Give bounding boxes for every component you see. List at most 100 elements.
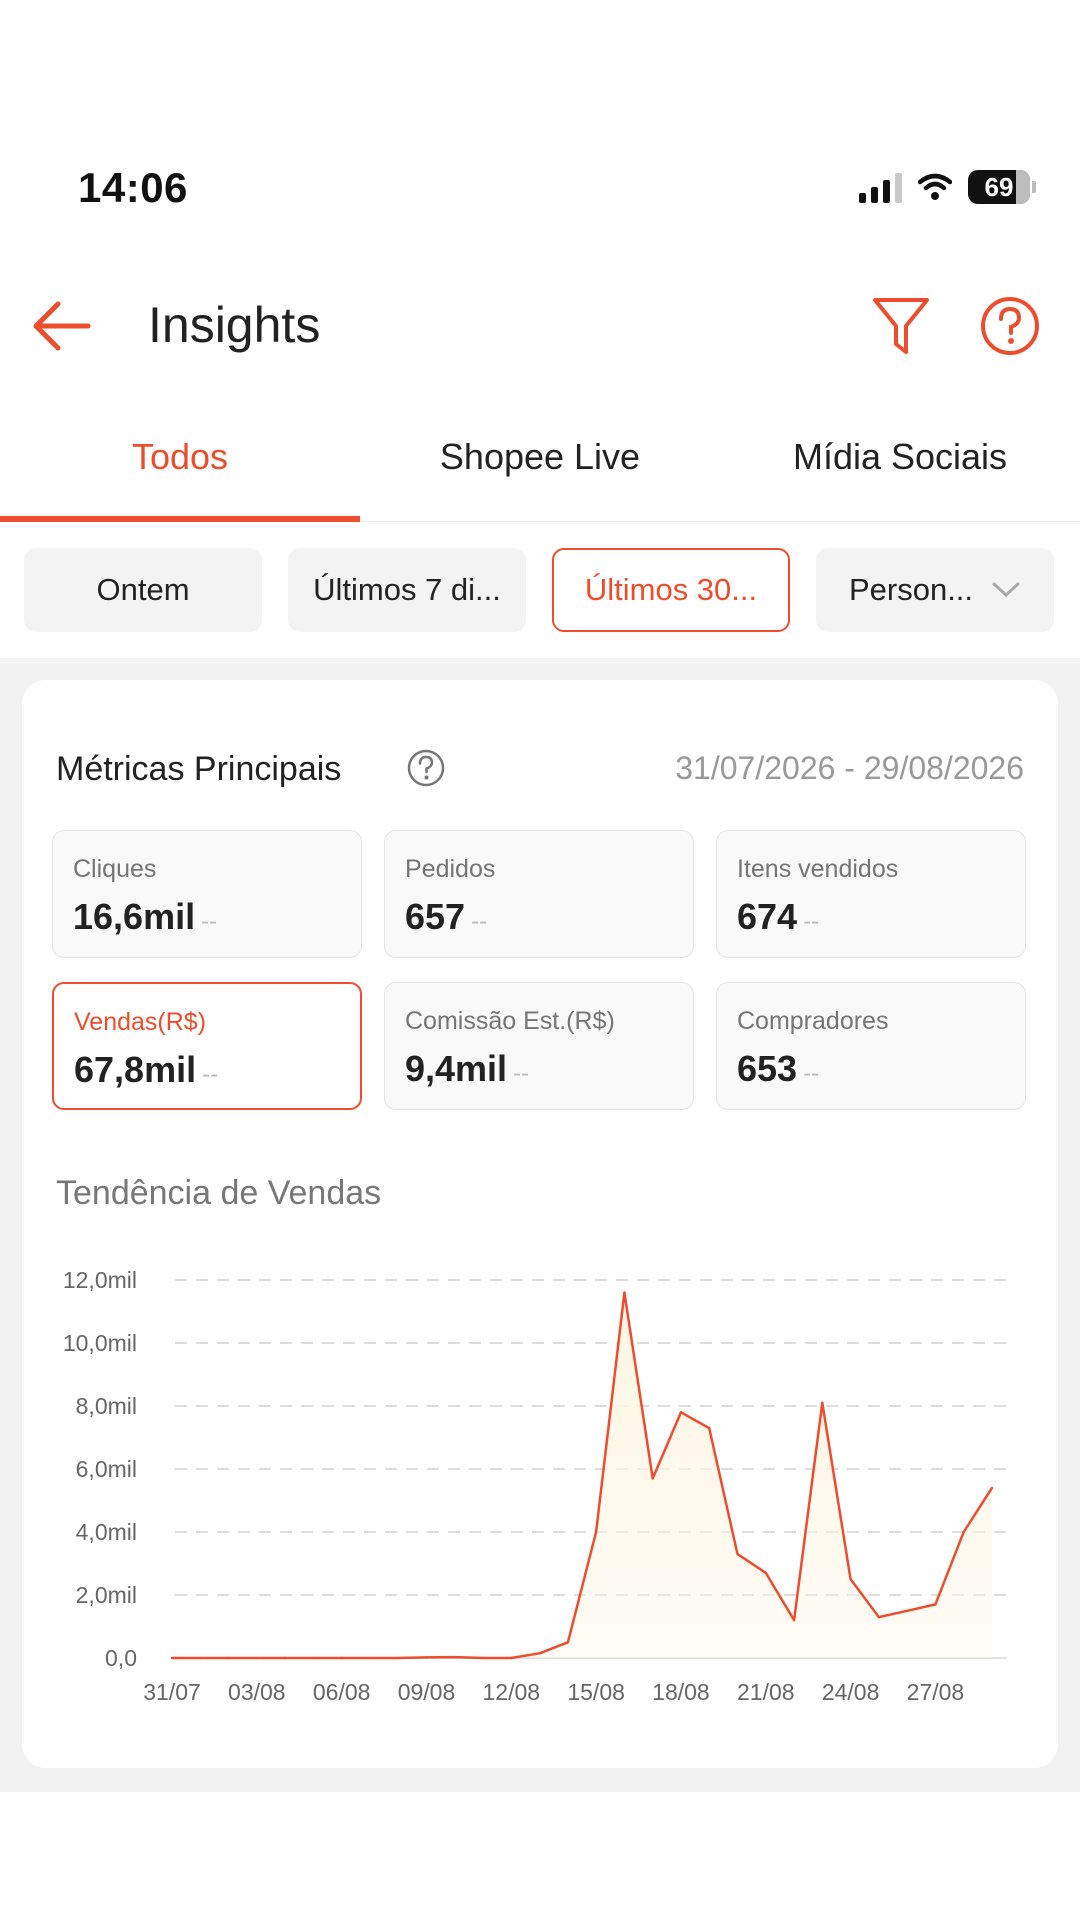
tab-bar: Todos Shopee Live Mídia Sociais bbox=[0, 410, 1080, 522]
back-arrow-icon[interactable] bbox=[30, 300, 94, 352]
data-point bbox=[481, 1656, 485, 1660]
y-tick-label: 2,0mil bbox=[76, 1582, 137, 1608]
data-point bbox=[821, 1401, 824, 1405]
date-range: 31/07/2026 - 29/08/2026 bbox=[675, 750, 1024, 786]
data-point bbox=[990, 1486, 994, 1490]
data-point bbox=[736, 1552, 739, 1556]
metric-label: Cliques bbox=[73, 855, 157, 883]
metric-vendas[interactable]: Vendas(R$) 67,8mil -- bbox=[52, 982, 362, 1110]
data-point bbox=[227, 1656, 230, 1660]
data-point bbox=[199, 1656, 202, 1660]
metrics-title: Métricas Principais bbox=[56, 750, 342, 788]
data-point bbox=[962, 1530, 965, 1534]
battery-level: 69 bbox=[984, 171, 1014, 202]
data-point bbox=[283, 1656, 287, 1660]
chip-label: Person... bbox=[848, 572, 974, 607]
chip-label: Últimos 7 di... bbox=[313, 572, 501, 607]
help-icon[interactable] bbox=[980, 296, 1040, 356]
x-tick-label: 31/07 bbox=[143, 1679, 201, 1705]
metric-label: Itens vendidos bbox=[737, 855, 899, 883]
data-point bbox=[594, 1530, 598, 1534]
help-icon[interactable] bbox=[406, 748, 446, 788]
tab-todos[interactable]: Todos bbox=[0, 410, 360, 522]
metric-value: 653 bbox=[737, 1048, 798, 1089]
chip-ontem[interactable]: Ontem bbox=[24, 548, 262, 632]
cellular-signal-icon bbox=[859, 171, 902, 203]
chip-label: Ontem bbox=[96, 572, 190, 607]
metric-value-row: 674 -- bbox=[737, 896, 1005, 938]
app-header: Insights bbox=[0, 280, 1080, 370]
sales-trend-chart: 0,0 2,0mil 4,0mil 6,0mil 8,0mil 10,0mil 12,0mi… bbox=[63, 1267, 1007, 1705]
metric-value: 9,4mil bbox=[405, 1048, 508, 1089]
metric-comissao[interactable]: Comissão Est.(R$) 9,4mil -- bbox=[384, 982, 694, 1110]
data-point bbox=[679, 1411, 683, 1414]
data-point bbox=[312, 1656, 315, 1660]
data-point bbox=[934, 1603, 937, 1606]
data-point bbox=[877, 1615, 881, 1619]
y-tick-label: 8,0mil bbox=[76, 1393, 137, 1419]
data-point bbox=[623, 1291, 626, 1294]
metric-value: 657 bbox=[405, 896, 466, 937]
x-tick-label: 06/08 bbox=[313, 1679, 371, 1705]
chevron-down-icon bbox=[992, 582, 1020, 597]
chart-title: Tendência de Vendas bbox=[56, 1174, 382, 1212]
metric-itens-vendidos[interactable]: Itens vendidos 674 -- bbox=[716, 830, 1026, 958]
metric-delta: -- bbox=[471, 908, 488, 935]
data-point bbox=[849, 1578, 852, 1581]
metric-value: 16,6mil bbox=[73, 896, 196, 937]
data-point bbox=[538, 1652, 541, 1655]
metric-value: 674 bbox=[737, 896, 798, 937]
wifi-icon bbox=[918, 173, 952, 200]
x-tick-label: 24/08 bbox=[822, 1679, 880, 1705]
y-tick-label: 12,0mil bbox=[63, 1267, 137, 1293]
metric-value-row: 653 -- bbox=[737, 1048, 1005, 1090]
chip-ultimos-7-dias[interactable]: Últimos 7 di... bbox=[288, 548, 526, 632]
metrics-card: Métricas Principais 31/07/2026 - 29/08/2… bbox=[22, 680, 1058, 1768]
metric-value-row: 9,4mil -- bbox=[405, 1048, 673, 1090]
metric-value: 67,8mil bbox=[74, 1049, 197, 1090]
x-tick-label: 09/08 bbox=[398, 1679, 456, 1705]
data-point bbox=[651, 1477, 654, 1480]
filter-icon[interactable] bbox=[872, 296, 930, 356]
metric-cliques[interactable]: Cliques 16,6mil -- bbox=[52, 830, 362, 958]
metric-delta: -- bbox=[803, 1060, 820, 1087]
metric-delta: -- bbox=[513, 1060, 530, 1087]
x-tick-label: 03/08 bbox=[228, 1679, 286, 1705]
y-tick-label: 6,0mil bbox=[76, 1456, 137, 1482]
tab-midia-sociais[interactable]: Mídia Sociais bbox=[720, 410, 1080, 521]
data-point bbox=[425, 1656, 428, 1659]
data-point bbox=[905, 1609, 909, 1612]
metric-label: Pedidos bbox=[405, 855, 496, 883]
y-tick-label: 10,0mil bbox=[63, 1330, 137, 1356]
status-bar: 14:06 69 bbox=[0, 0, 1080, 260]
x-tick-label: 15/08 bbox=[567, 1679, 625, 1705]
metric-value-row: 67,8mil -- bbox=[74, 1049, 340, 1091]
data-point bbox=[170, 1656, 174, 1660]
x-tick-label: 27/08 bbox=[907, 1679, 965, 1705]
data-point bbox=[566, 1641, 570, 1644]
metric-compradores[interactable]: Compradores 653 -- bbox=[716, 982, 1026, 1110]
metric-delta: -- bbox=[201, 908, 218, 935]
metric-label: Comissão Est.(R$) bbox=[405, 1007, 615, 1035]
metric-pedidos[interactable]: Pedidos 657 -- bbox=[384, 830, 694, 958]
tab-shopee-live[interactable]: Shopee Live bbox=[360, 410, 720, 521]
chip-label: Últimos 30... bbox=[584, 572, 758, 607]
status-icons: 69 bbox=[859, 170, 1036, 204]
data-point bbox=[792, 1619, 796, 1622]
chip-ultimos-30-dias[interactable]: Últimos 30... bbox=[552, 548, 790, 632]
x-tick-label: 18/08 bbox=[652, 1679, 710, 1705]
y-tick-label: 0,0 bbox=[105, 1645, 137, 1671]
date-filter-chips: Ontem Últimos 7 di... Últimos 30... Pers… bbox=[24, 548, 1054, 632]
metric-delta: -- bbox=[803, 908, 820, 935]
chip-personalizado[interactable]: Person... bbox=[816, 548, 1054, 632]
data-point bbox=[453, 1655, 456, 1659]
metric-label: Compradores bbox=[737, 1007, 889, 1035]
data-point bbox=[368, 1656, 372, 1660]
data-point bbox=[510, 1656, 513, 1660]
metric-value-row: 16,6mil -- bbox=[73, 896, 341, 938]
data-point bbox=[397, 1656, 400, 1660]
battery-icon: 69 bbox=[968, 170, 1036, 204]
x-tick-label: 12/08 bbox=[483, 1679, 541, 1705]
page-title: Insights bbox=[148, 297, 321, 353]
data-point bbox=[764, 1571, 767, 1575]
